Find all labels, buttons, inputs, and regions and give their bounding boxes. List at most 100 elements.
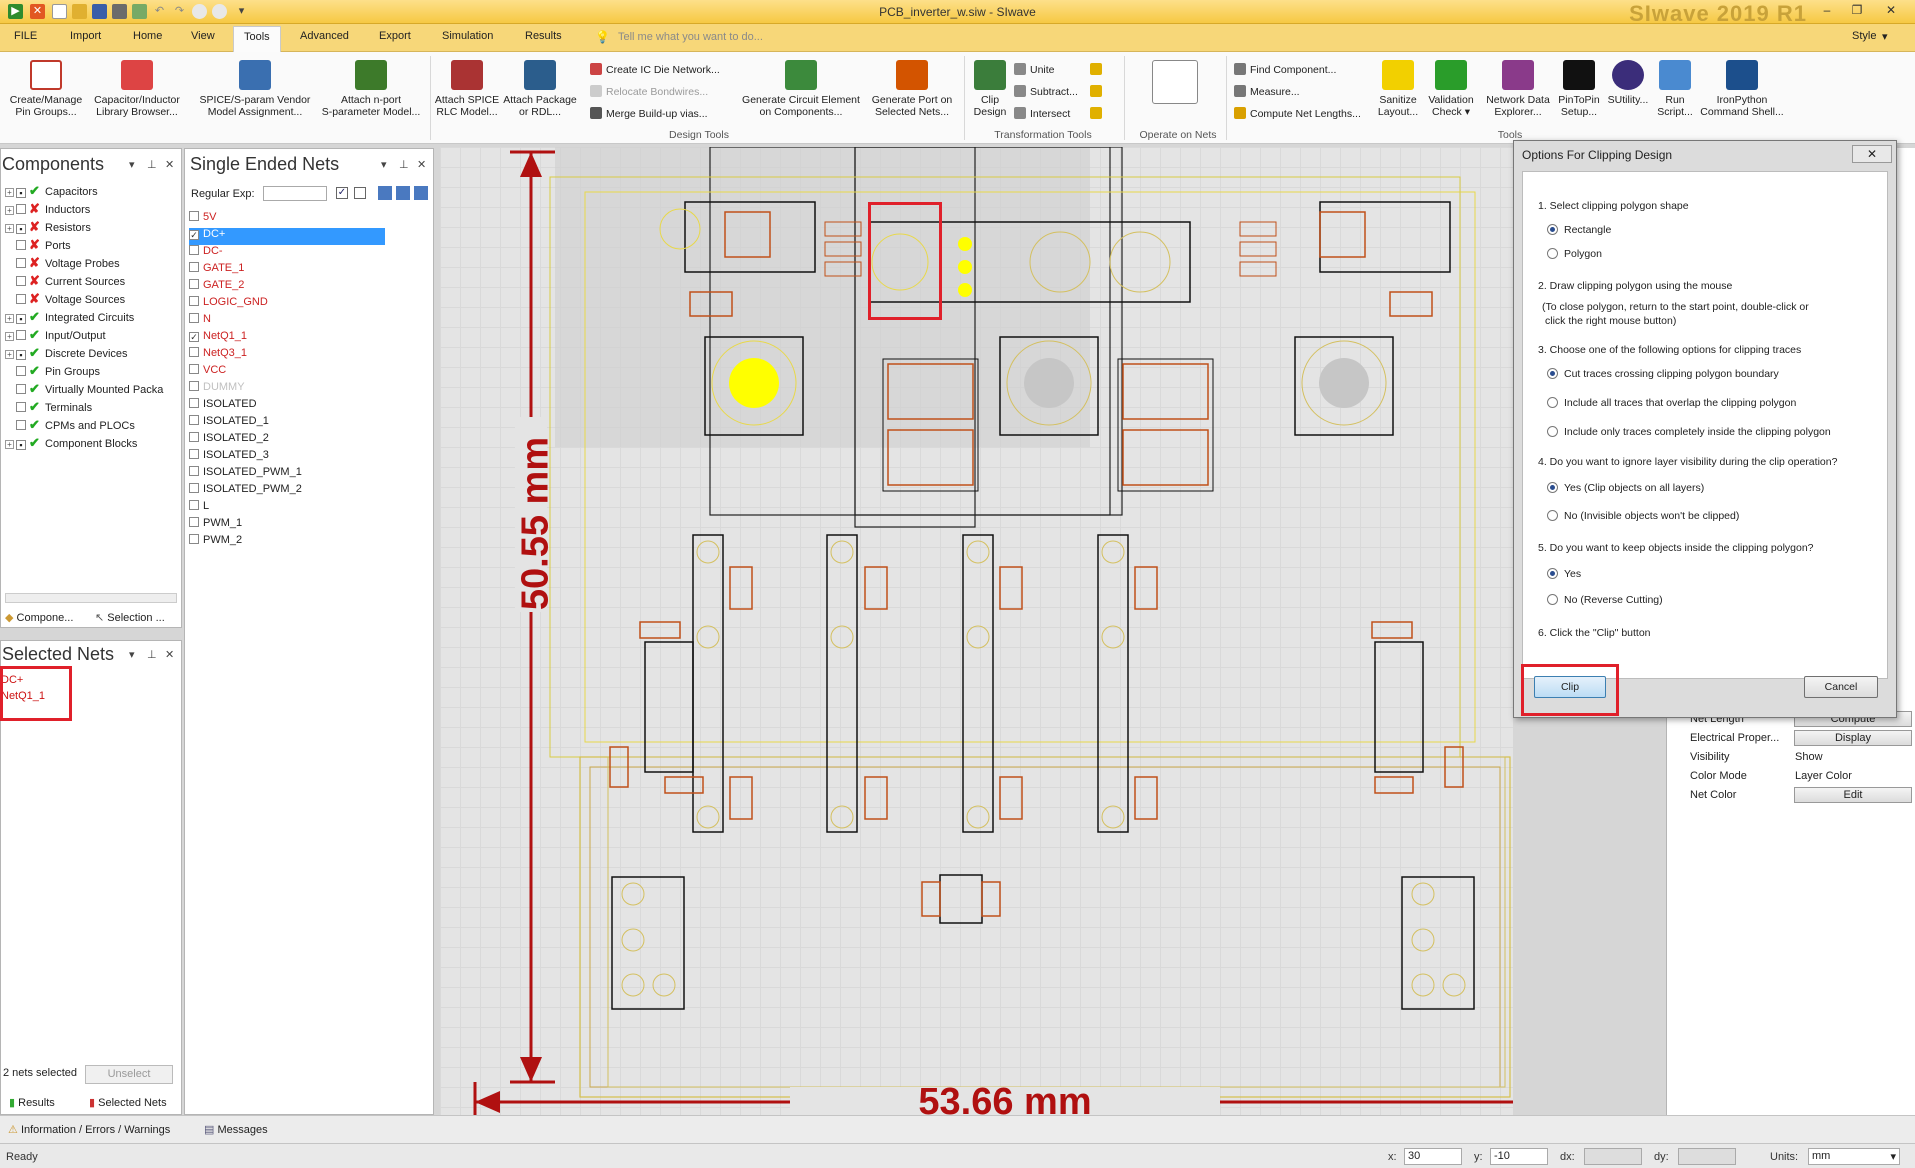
tab-simulation[interactable]: Simulation (442, 30, 493, 42)
category-checkbox[interactable] (16, 204, 26, 214)
category-checkbox[interactable] (16, 276, 26, 286)
radio-no-reverse[interactable]: No (Reverse Cutting) (1547, 594, 1663, 606)
style-chevron-icon[interactable]: ▾ (1882, 30, 1888, 43)
net-checkbox[interactable]: ✓ (189, 332, 199, 342)
create-ic-die-button[interactable]: Create IC Die Network... (590, 63, 720, 76)
net-row[interactable]: ISOLATED_3 (189, 449, 385, 466)
expand-icon[interactable]: + (5, 224, 14, 233)
tab-import[interactable]: Import (70, 30, 101, 42)
net-row[interactable]: ISOLATED_1 (189, 415, 385, 432)
component-category-row[interactable]: + ✔ Input/Output (5, 327, 106, 345)
attach-package-button[interactable]: Attach Package or RDL... (502, 60, 578, 118)
radio-include-all[interactable]: Include all traces that overlap the clip… (1547, 397, 1796, 409)
expand-icon[interactable]: + (5, 314, 14, 323)
x-coordinate-field[interactable]: 30 (1404, 1148, 1462, 1165)
spice-vendor-button[interactable]: SPICE/S-param Vendor Model Assignment... (196, 60, 314, 118)
component-category-row[interactable]: ✘ Voltage Probes (5, 255, 120, 273)
transform-tool-3[interactable] (1090, 107, 1106, 120)
category-checkbox[interactable]: ▪ (16, 188, 26, 198)
create-manage-pin-groups-button[interactable]: Create/Manage Pin Groups... (6, 60, 86, 118)
radio-yes-keep[interactable]: Yes (1547, 568, 1581, 580)
filter-grid-icon[interactable] (378, 186, 392, 200)
expand-icon[interactable]: + (5, 350, 14, 359)
tab-view[interactable]: View (191, 30, 215, 42)
generate-circuit-element-button[interactable]: Generate Circuit Element on Components..… (734, 60, 868, 118)
net-row[interactable]: NetQ3_1 (189, 347, 385, 364)
category-checkbox[interactable]: ▪ (16, 350, 26, 360)
panel-menu-icon[interactable]: ▾ (381, 158, 387, 171)
net-row[interactable]: L (189, 500, 385, 517)
y-coordinate-field[interactable]: -10 (1490, 1148, 1548, 1165)
subtract-button[interactable]: Subtract... (1014, 85, 1078, 98)
generate-port-button[interactable]: Generate Port on Selected Nets... (866, 60, 958, 118)
close-icon[interactable]: ✕ (165, 158, 174, 171)
tab-tools[interactable]: Tools (233, 26, 281, 53)
component-category-row[interactable]: + ▪ ✔ Component Blocks (5, 435, 137, 453)
component-category-row[interactable]: ✔ CPMs and PLOCs (5, 417, 135, 435)
tab-messages[interactable]: ▤ Messages (204, 1123, 268, 1136)
net-row[interactable]: ISOLATED (189, 398, 385, 415)
tab-file[interactable]: FILE (14, 30, 37, 42)
net-checkbox[interactable] (189, 279, 199, 289)
net-row[interactable]: ✓ DC+ (189, 228, 385, 245)
net-checkbox[interactable] (189, 466, 199, 476)
net-checkbox[interactable] (189, 500, 199, 510)
prop-value[interactable]: Layer Color (1795, 770, 1852, 782)
net-row[interactable]: ISOLATED_PWM_1 (189, 466, 385, 483)
radio-yes-clip[interactable]: Yes (Clip objects on all layers) (1547, 482, 1704, 494)
net-checkbox[interactable] (189, 534, 199, 544)
net-checkbox[interactable] (189, 415, 199, 425)
net-row[interactable]: ISOLATED_PWM_2 (189, 483, 385, 500)
network-data-explorer-button[interactable]: Network Data Explorer... (1478, 60, 1558, 118)
net-checkbox[interactable] (189, 347, 199, 357)
net-row[interactable]: VCC (189, 364, 385, 381)
operate-on-nets-button[interactable] (1148, 60, 1202, 108)
cap-ind-library-button[interactable]: Capacitor/Inductor Library Browser... (88, 60, 186, 118)
net-checkbox[interactable] (189, 483, 199, 493)
sutility-button[interactable]: SUtility... (1604, 60, 1652, 106)
tab-selected-nets[interactable]: ▮ Selected Nets (89, 1096, 167, 1109)
radio-include-only[interactable]: Include only traces completely inside th… (1547, 426, 1831, 438)
component-category-row[interactable]: ✘ Current Sources (5, 273, 125, 291)
component-category-row[interactable]: ✔ Pin Groups (5, 363, 100, 381)
minimize-button[interactable]: – (1815, 3, 1839, 19)
net-checkbox[interactable] (189, 449, 199, 459)
restore-button[interactable]: ❐ (1845, 3, 1869, 19)
uncheck-all-icon[interactable] (354, 187, 366, 199)
clip-design-button[interactable]: Clip Design (968, 60, 1012, 118)
validation-check-button[interactable]: Validation Check ▾ (1424, 60, 1478, 118)
category-checkbox[interactable] (16, 402, 26, 412)
net-checkbox[interactable] (189, 245, 199, 255)
net-row[interactable]: 5V (189, 211, 385, 228)
check-all-icon[interactable]: ✓ (336, 187, 348, 199)
run-script-button[interactable]: Run Script... (1652, 60, 1698, 118)
tab-components[interactable]: ◆ Compone... (5, 611, 73, 624)
panel-menu-icon[interactable]: ▾ (129, 158, 135, 171)
expand-icon[interactable]: + (5, 332, 14, 341)
net-checkbox[interactable] (189, 262, 199, 272)
pin-icon[interactable]: ⊥ (399, 158, 409, 171)
filter-grid-icon-2[interactable] (396, 186, 410, 200)
measure-button[interactable]: Measure... (1234, 85, 1300, 98)
sanitize-layout-button[interactable]: Sanitize Layout... (1372, 60, 1424, 118)
attach-spice-rlc-button[interactable]: Attach SPICE RLC Model... (434, 60, 500, 118)
filter-grid-icon-3[interactable] (414, 186, 428, 200)
category-checkbox[interactable] (16, 366, 26, 376)
category-checkbox[interactable]: ▪ (16, 224, 26, 234)
net-checkbox[interactable] (189, 313, 199, 323)
compute-net-lengths-button[interactable]: Compute Net Lengths... (1234, 107, 1361, 120)
pintopin-setup-button[interactable]: PinToPin Setup... (1554, 60, 1604, 118)
net-checkbox[interactable]: ✓ (189, 230, 199, 240)
merge-vias-button[interactable]: Merge Build-up vias... (590, 107, 708, 120)
radio-cut-traces[interactable]: Cut traces crossing clipping polygon bou… (1547, 368, 1779, 380)
net-checkbox[interactable] (189, 398, 199, 408)
style-menu[interactable]: Style (1852, 30, 1876, 42)
component-category-row[interactable]: + ▪ ✔ Integrated Circuits (5, 309, 134, 327)
ironpython-shell-button[interactable]: IronPython Command Shell... (1696, 60, 1788, 118)
category-checkbox[interactable] (16, 384, 26, 394)
net-row[interactable]: GATE_2 (189, 279, 385, 296)
component-category-row[interactable]: ✔ Virtually Mounted Packa (5, 381, 163, 399)
net-row[interactable]: LOGIC_GND (189, 296, 385, 313)
net-row[interactable]: DC- (189, 245, 385, 262)
component-category-row[interactable]: + ▪ ✔ Capacitors (5, 183, 98, 201)
